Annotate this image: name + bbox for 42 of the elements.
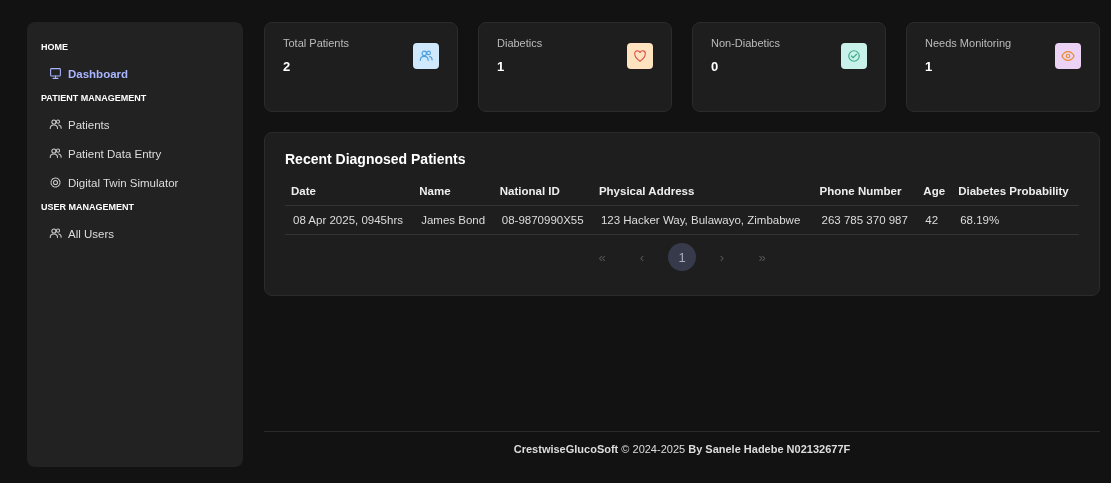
column-header: Diabetes Probability xyxy=(952,177,1079,206)
stat-label: Diabetics xyxy=(497,37,543,49)
sidebar-item[interactable]: Digital Twin Simulator xyxy=(27,171,243,194)
column-header: Name xyxy=(413,177,494,206)
section-heading: USER MANAGEMENT xyxy=(40,201,135,214)
stat-value: 0 xyxy=(711,59,720,74)
users-icon xyxy=(49,118,62,131)
table-cell: 08-9870990X55 xyxy=(493,205,593,235)
table-cell: 68.19% xyxy=(952,205,1079,235)
card-title: Recent Diagnosed Patients xyxy=(285,151,467,167)
stat-label: Needs Monitoring xyxy=(925,37,1012,49)
column-header: National ID xyxy=(493,177,593,206)
sidebar-item[interactable]: All Users xyxy=(27,222,243,245)
column-header: Physical Address xyxy=(592,177,814,206)
table-cell: James Bond xyxy=(413,205,494,235)
stat-label: Total Patients xyxy=(283,37,350,49)
column-header: Age xyxy=(917,177,953,206)
section-heading: PATIENT MANAGEMENT xyxy=(40,92,148,105)
page-button[interactable]: 1 xyxy=(668,243,696,271)
sidebar-item[interactable]: Patients xyxy=(27,113,243,136)
stat-label: Non-Diabetics xyxy=(711,37,781,49)
users-icon xyxy=(49,227,62,240)
column-header: Date xyxy=(285,177,414,206)
users-icon xyxy=(419,49,433,63)
gear-icon xyxy=(49,176,62,189)
sidebar-item[interactable]: Dashboard xyxy=(27,62,243,85)
table-cell: 42 xyxy=(917,205,953,235)
stat-value: 2 xyxy=(283,59,292,74)
users-icon xyxy=(49,147,62,160)
section-heading: HOME xyxy=(40,41,69,54)
table-cell: 08 Apr 2025, 0945hrs xyxy=(285,205,414,235)
monitor-icon xyxy=(49,67,62,80)
check-circle-icon xyxy=(847,49,861,63)
table-cell: 123 Hacker Way, Bulawayo, Zimbabwe xyxy=(592,205,814,235)
column-header: Phone Number xyxy=(813,177,918,206)
footer-text: CrestwiseGlucoSoft © 2024-2025 By Sanele Hadebe N02132677F xyxy=(513,443,851,455)
sidebar-item[interactable]: Patient Data Entry xyxy=(27,142,243,165)
stat-value: 1 xyxy=(925,59,934,74)
eye-icon xyxy=(1061,49,1075,63)
heart-icon xyxy=(633,49,647,63)
stat-value: 1 xyxy=(497,59,506,74)
table-cell: 263 785 370 987 xyxy=(813,205,918,235)
